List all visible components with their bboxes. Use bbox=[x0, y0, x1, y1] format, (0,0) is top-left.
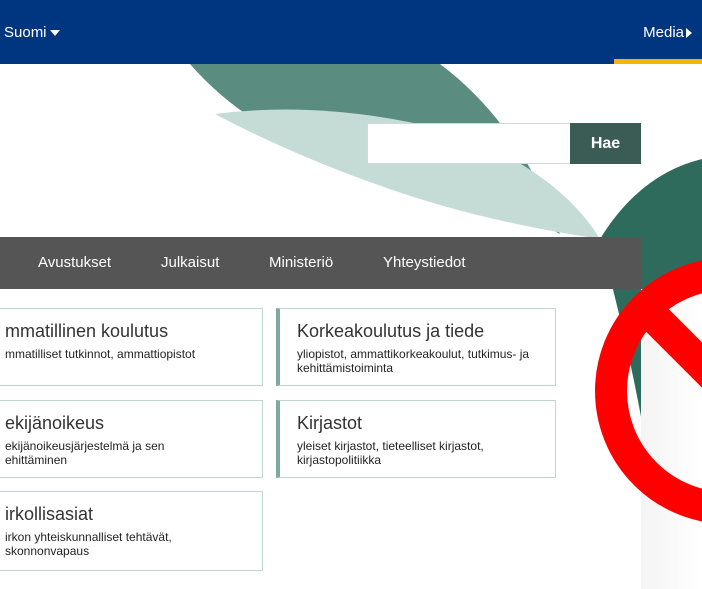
card-korkeakoulutus-ja-tiede[interactable]: Korkeakoulutus ja tiede yliopistot, amma… bbox=[276, 308, 556, 386]
caret-down-icon bbox=[49, 30, 60, 37]
card-description: yliopistot, ammattikorkeakoulut, tutkimu… bbox=[297, 347, 530, 375]
card-ammatillinen-koulutus[interactable]: mmatillinen koulutus mmatilliset tutkinn… bbox=[0, 308, 263, 386]
search-form: Hae bbox=[367, 123, 641, 164]
card-description: yleiset kirjastot, tieteelliset kirjasto… bbox=[297, 439, 484, 467]
card-title: Kirjastot bbox=[297, 413, 363, 433]
card-title: mmatillinen koulutus bbox=[5, 321, 169, 341]
media-link[interactable]: Media bbox=[643, 24, 692, 41]
search-input[interactable] bbox=[367, 123, 571, 164]
nav-item-yhteystiedot[interactable]: Yhteystiedot bbox=[383, 254, 466, 271]
card-kirjastot[interactable]: Kirjastot yleiset kirjastot, tieteellise… bbox=[276, 400, 556, 478]
prohibition-icon bbox=[595, 258, 702, 524]
nav-item-julkaisut[interactable]: Julkaisut bbox=[161, 254, 219, 271]
top-bar: Suomi Media bbox=[0, 0, 702, 64]
media-label: Media bbox=[643, 24, 684, 41]
card-title: ekijänoikeus bbox=[5, 413, 105, 433]
language-label: Suomi bbox=[4, 24, 47, 41]
language-selector[interactable]: Suomi bbox=[4, 24, 60, 41]
card-description: ekijänoikeusjärjestelmä ja sen ehittämin… bbox=[5, 439, 165, 467]
card-kirkollisasiat[interactable]: irkollisasiat irkon yhteiskunnalliset te… bbox=[0, 491, 263, 571]
nav-item-avustukset[interactable]: Avustukset bbox=[38, 254, 111, 271]
card-tekijanoikeus[interactable]: ekijänoikeus ekijänoikeusjärjestelmä ja … bbox=[0, 400, 263, 478]
card-description: mmatilliset tutkinnot, ammattiopistot bbox=[5, 347, 196, 361]
search-button[interactable]: Hae bbox=[570, 123, 641, 164]
card-title: Korkeakoulutus ja tiede bbox=[297, 321, 485, 341]
nav-item-ministerio[interactable]: Ministeriö bbox=[269, 254, 333, 271]
card-title: irkollisasiat bbox=[5, 504, 94, 524]
triangle-right-icon bbox=[686, 28, 692, 39]
main-navigation: Avustukset Julkaisut Ministeriö Yhteysti… bbox=[0, 237, 641, 289]
card-description: irkon yhteiskunnalliset tehtävät, skonno… bbox=[5, 530, 172, 558]
